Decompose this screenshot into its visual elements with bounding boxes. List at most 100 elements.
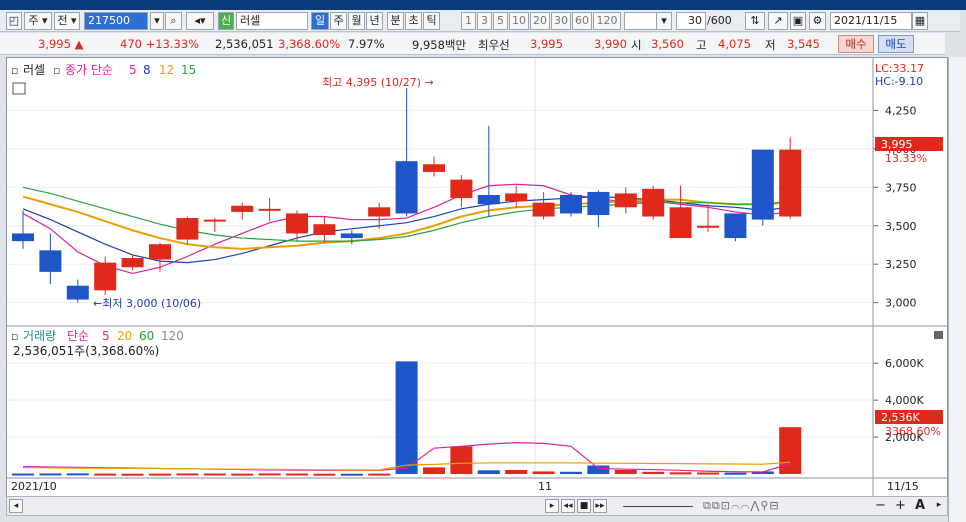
price-pct-tag: 13.33%	[885, 152, 927, 165]
candle-body	[477, 195, 500, 205]
volume-pct-tag: 3368.60%	[885, 425, 941, 438]
zoom-out-icon[interactable]: −	[875, 498, 886, 513]
candle-body	[94, 262, 117, 291]
candle-body	[121, 258, 144, 268]
xaxis-right-label: 11/15	[887, 480, 919, 493]
market-select[interactable]: 주 ▾	[24, 12, 52, 30]
low-annotation: ←최저 3,000 (10/06)	[93, 297, 201, 310]
period-week[interactable]: 주	[330, 12, 347, 30]
hc-label: HC:-9.10	[875, 75, 923, 88]
interval-60[interactable]: 60	[572, 12, 592, 30]
count-total: /600	[707, 14, 732, 27]
zoom-slider[interactable]	[623, 506, 693, 507]
layout-icon[interactable]: ◰	[6, 12, 22, 30]
candle-body	[203, 219, 226, 222]
sell-button[interactable]: 매도	[878, 35, 914, 53]
volume-bar	[423, 467, 445, 474]
period-tick[interactable]: 틱	[423, 12, 440, 30]
candle-body	[395, 161, 418, 214]
buy-button[interactable]: 매수	[838, 35, 874, 53]
scroll-left-icon[interactable]: ◂	[9, 499, 23, 513]
interval-5[interactable]: 5	[493, 12, 508, 30]
interval-30[interactable]: 30	[551, 12, 571, 30]
prev-button[interactable]: 전 ▾	[54, 12, 80, 30]
custom-interval-dropdown-icon[interactable]: ▾	[656, 12, 672, 30]
candle-body	[614, 193, 637, 208]
volume-ma-20: 20	[117, 329, 132, 343]
volume-bar	[121, 473, 144, 476]
price-axis-ticks: 3,0003,2503,5003,7504,0004,250	[873, 104, 917, 310]
search-icon[interactable]: ⌕	[165, 12, 182, 30]
side-panel-edge	[948, 57, 966, 522]
volume-panel-name: 거래량	[23, 329, 56, 343]
candle-body	[505, 193, 528, 202]
sound-icon[interactable]: ◂▾	[186, 12, 214, 30]
volume-bar	[532, 471, 555, 474]
font-size-icon[interactable]: A	[915, 498, 925, 513]
ask-price: 3,995	[530, 37, 563, 51]
count-input[interactable]: 30	[676, 12, 706, 30]
volume-tag: 2,536K	[881, 411, 920, 424]
interval-120[interactable]: 120	[593, 12, 621, 30]
volume-bar	[450, 446, 473, 474]
date-input[interactable]: 2021/11/15	[830, 12, 912, 30]
candle-body	[12, 233, 34, 242]
volume-tick-label: 6,000K	[885, 357, 924, 370]
play-icon[interactable]: ▸	[545, 499, 559, 513]
prev-label: 전	[57, 14, 68, 27]
open-price: 3,560	[651, 37, 684, 51]
volume-bar	[12, 473, 34, 476]
volume-ma-label: 단순	[67, 329, 89, 343]
volume-bar	[614, 469, 637, 474]
interval-1[interactable]: 1	[461, 12, 476, 30]
volume-tick-label: 4,000K	[885, 394, 924, 407]
low-label: 저	[765, 38, 776, 52]
price-tick-label: 3,500	[885, 220, 917, 233]
volume-bar	[231, 473, 254, 476]
candle-body	[149, 244, 171, 260]
period-month[interactable]: 월	[348, 12, 365, 30]
code-dropdown-icon[interactable]: ▾	[150, 12, 164, 30]
panel-close-icon[interactable]	[934, 331, 943, 339]
volume-bar	[477, 470, 500, 474]
code-input[interactable]: 217500	[84, 12, 148, 30]
ma-legend-label: 종가 단순	[65, 63, 113, 77]
price-tag: 3,995	[881, 138, 913, 151]
credit-badge: 신	[218, 12, 234, 30]
candle-body	[751, 149, 774, 220]
ma-legend-8: 8	[143, 63, 151, 77]
drawing-tools-icons[interactable]: ⧉⧉⊡⌒⌒⋀⚲⊟	[703, 499, 780, 513]
volume-current: 2,536,051주(3,368.60%)	[13, 344, 159, 358]
indicator-add-icon[interactable]: ⇅	[745, 12, 765, 30]
interval-10[interactable]: 10	[509, 12, 529, 30]
candle-body	[258, 208, 281, 211]
period-year[interactable]: 년	[366, 12, 383, 30]
zoom-in-icon[interactable]: +	[895, 498, 906, 513]
turnover: 7.97%	[348, 37, 385, 51]
chart-area[interactable]: 3,0003,2503,5003,7504,0004,250 2,000K4,0…	[6, 57, 948, 497]
volume-bar	[395, 361, 418, 474]
price-change: 470 +13.33%	[120, 37, 200, 51]
open-label: 시	[631, 38, 642, 52]
price-panel-name: 러셀	[23, 63, 45, 77]
stock-name-field[interactable]: 러셀	[236, 12, 308, 30]
gear-icon[interactable]: ⚙	[809, 12, 826, 30]
fast-forward-icon[interactable]: ▸▸	[593, 499, 607, 513]
interval-3[interactable]: 3	[477, 12, 492, 30]
volume-bar	[313, 473, 336, 476]
candle-body	[423, 164, 445, 172]
period-day[interactable]: 일	[311, 12, 329, 30]
rewind-icon[interactable]: ◂◂	[561, 499, 575, 513]
stop-icon[interactable]: ■	[577, 499, 591, 513]
interval-20[interactable]: 20	[530, 12, 550, 30]
trendline-icon[interactable]: ↗	[768, 12, 788, 30]
volume-ma-120: 120	[161, 329, 184, 343]
period-second[interactable]: 초	[405, 12, 422, 30]
scroll-right-icon[interactable]: ▸	[933, 499, 945, 513]
volume-bar	[724, 472, 747, 475]
save-icon[interactable]: ▣	[790, 12, 806, 30]
volume: 2,536,051	[215, 37, 274, 51]
period-minute[interactable]: 분	[387, 12, 404, 30]
table-toggle-icon[interactable]	[12, 82, 26, 95]
calendar-icon[interactable]: ▦	[912, 12, 928, 30]
